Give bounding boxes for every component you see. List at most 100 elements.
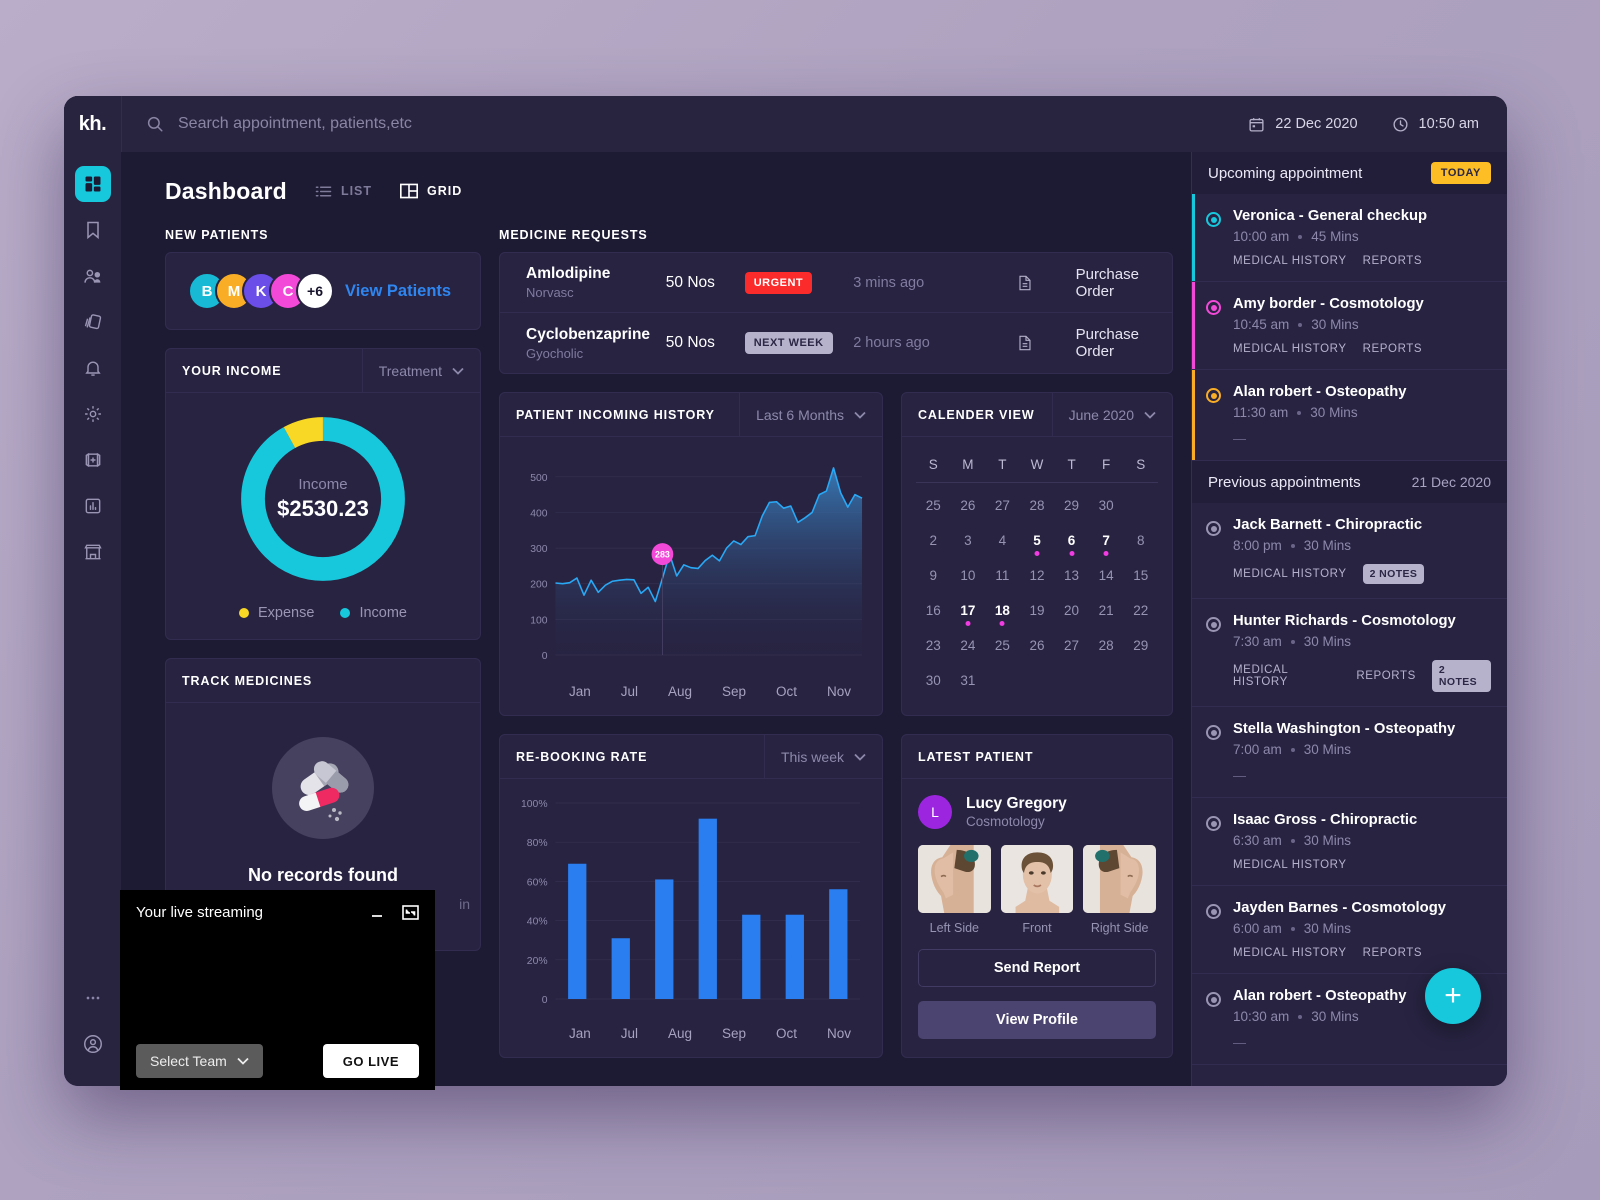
appointment-link[interactable]: MEDICAL HISTORY [1233,255,1347,267]
calendar-day[interactable]: 27 [1054,629,1089,664]
patient-history-range-select[interactable]: Last 6 Months [739,393,882,436]
calendar-day[interactable]: 25 [916,489,951,524]
calendar-day[interactable] [1054,664,1089,699]
appointment-link[interactable]: REPORTS [1363,343,1423,355]
list-item[interactable]: Amy border - Cosmotology 10:45 am 30 Min… [1192,282,1507,370]
sidebar-item-more[interactable] [75,980,111,1016]
calendar-day[interactable] [1123,664,1158,699]
patient-photo-left[interactable]: Left Side [918,845,991,935]
calendar-day[interactable]: 30 [916,664,951,699]
rebooking-range-select[interactable]: This week [763,735,882,778]
appointment-link[interactable]: MEDICAL HISTORY [1233,947,1347,959]
calendar-day[interactable]: 29 [1123,629,1158,664]
calendar-day[interactable] [1020,664,1055,699]
sidebar-item-reports[interactable] [75,488,111,524]
calendar-day[interactable]: 11 [985,559,1020,594]
calendar-day[interactable]: 17 [951,594,986,629]
calendar-day[interactable]: 28 [1020,489,1055,524]
send-report-button[interactable]: Send Report [918,949,1156,987]
list-item[interactable]: Jayden Barnes - Cosmotology 6:00 am 30 M… [1192,886,1507,974]
calendar-day[interactable]: 20 [1054,594,1089,629]
calendar-day[interactable]: 3 [951,524,986,559]
calendar-day[interactable]: 24 [951,629,986,664]
sidebar-item-pharmacy[interactable] [75,534,111,570]
calendar-day[interactable]: 31 [951,664,986,699]
calendar-day[interactable]: 22 [1123,594,1158,629]
calendar-day[interactable]: 5 [1020,524,1055,559]
calendar-day[interactable]: 7 [1089,524,1124,559]
appointment-link[interactable]: MEDICAL HISTORY [1233,859,1347,871]
calendar-day[interactable]: 8 [1123,524,1158,559]
calendar-day[interactable]: 21 [1089,594,1124,629]
sidebar-item-settings[interactable] [75,396,111,432]
list-item[interactable]: Jack Barnett - Chiropractic 8:00 pm 30 M… [1192,503,1507,599]
list-item[interactable]: Hunter Richards - Cosmotology 7:30 am 30… [1192,599,1507,707]
appointment-link[interactable]: REPORTS [1363,947,1423,959]
calendar-day[interactable]: 2 [916,524,951,559]
table-row[interactable]: Cyclobenzaprine Gyocholic 50 Nos NEXT WE… [500,313,1172,373]
avatar-more-count[interactable]: +6 [296,272,334,310]
view-toggle-list[interactable]: LIST [315,184,372,199]
sidebar-item-cards[interactable] [75,304,111,340]
view-patients-link[interactable]: View Patients [345,282,451,301]
calendar-day[interactable]: 19 [1020,594,1055,629]
expand-icon[interactable] [402,905,419,920]
sidebar-item-account[interactable] [75,1026,111,1062]
calendar-day[interactable]: 28 [1089,629,1124,664]
purchase-order-link[interactable]: Purchase Order [1076,326,1146,360]
list-item[interactable]: Alan robert - Osteopathy 11:30 am 30 Min… [1192,370,1507,461]
calendar-day[interactable]: 23 [916,629,951,664]
income-filter-select[interactable]: Treatment [361,349,480,392]
select-team-dropdown[interactable]: Select Team [136,1044,263,1078]
calendar-day[interactable]: 6 [1054,524,1089,559]
calendar-day[interactable]: 12 [1020,559,1055,594]
sidebar-item-medical[interactable] [75,442,111,478]
notes-badge[interactable]: 2 NOTES [1362,564,1425,584]
calendar-day[interactable]: 18 [985,594,1020,629]
calendar-day[interactable]: 26 [1020,629,1055,664]
list-item[interactable]: Isaac Gross - Chiropractic 6:30 am 30 Mi… [1192,798,1507,886]
table-row[interactable]: Amlodipine Norvasc 50 Nos URGENT 3 mins … [500,253,1172,313]
calendar-day[interactable]: 4 [985,524,1020,559]
calendar-day[interactable] [1123,489,1158,524]
appointment-link[interactable]: MEDICAL HISTORY [1233,664,1340,688]
calendar-day[interactable]: 14 [1089,559,1124,594]
notes-badge[interactable]: 2 NOTES [1431,660,1491,692]
go-live-button[interactable]: GO LIVE [322,1044,419,1078]
purchase-order-link[interactable]: Purchase Order [1076,266,1146,300]
add-appointment-button[interactable]: + [1425,968,1481,1024]
view-toggle-grid[interactable]: GRID [400,183,462,199]
document-icon[interactable] [1018,331,1032,355]
calendar-day[interactable]: 9 [916,559,951,594]
appointment-link[interactable]: MEDICAL HISTORY [1233,343,1347,355]
appointment-link[interactable]: REPORTS [1356,670,1416,682]
list-item[interactable]: Veronica - General checkup 10:00 am 45 M… [1192,194,1507,282]
appointment-link[interactable]: REPORTS [1363,255,1423,267]
patient-photo-front[interactable]: Front [1000,845,1074,935]
search-bar[interactable] [121,96,1248,152]
calendar-day[interactable]: 27 [985,489,1020,524]
sidebar-item-patients[interactable] [75,258,111,294]
calendar-day[interactable]: 10 [951,559,986,594]
calendar-day[interactable]: 25 [985,629,1020,664]
document-icon[interactable] [1018,271,1032,295]
sidebar-item-notifications[interactable] [75,350,111,386]
calendar-day[interactable]: 26 [951,489,986,524]
list-item[interactable]: Stella Washington - Osteopathy 7:00 am 3… [1192,707,1507,798]
calendar-day[interactable]: 15 [1123,559,1158,594]
calendar-day[interactable]: 13 [1054,559,1089,594]
sidebar-item-bookmarks[interactable] [75,212,111,248]
calendar-day[interactable]: 30 [1089,489,1124,524]
appointment-link[interactable]: MEDICAL HISTORY [1233,568,1347,580]
calendar-day[interactable]: 29 [1054,489,1089,524]
app-logo[interactable]: kh. [64,96,121,152]
view-profile-button[interactable]: View Profile [918,1001,1156,1039]
calendar-month-select[interactable]: June 2020 [1051,393,1172,436]
calendar-day[interactable] [1089,664,1124,699]
minimize-icon[interactable] [370,907,386,919]
patient-photo-right[interactable]: Right Side [1083,845,1157,935]
calendar-day[interactable]: 16 [916,594,951,629]
sidebar-item-dashboard[interactable] [74,166,111,202]
search-input[interactable] [178,115,738,133]
calendar-day[interactable] [985,664,1020,699]
